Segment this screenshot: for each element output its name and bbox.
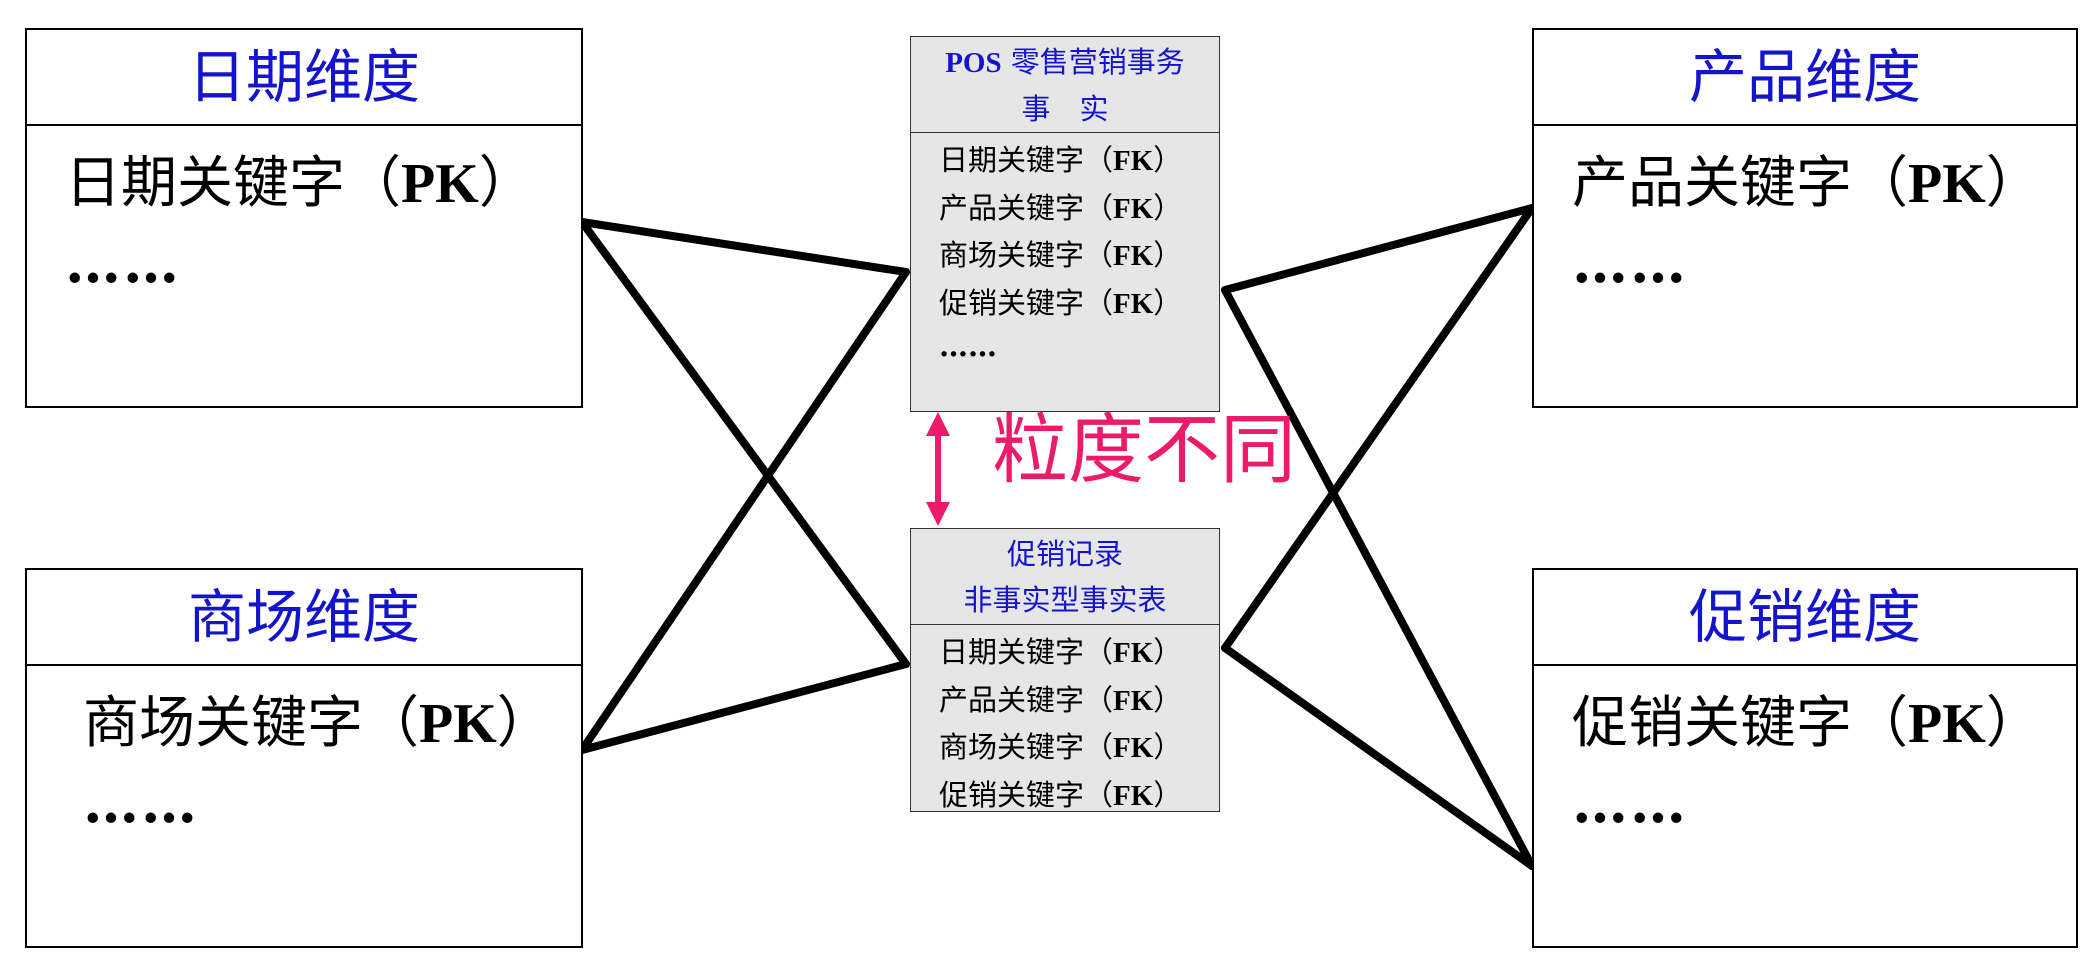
promotion-factless-fact-table: 促销记录 非事实型事实表 日期关键字（FK） 产品关键字（FK） 商场关键字（F… [910, 528, 1220, 812]
granularity-label: 粒度不同 [992, 405, 1296, 494]
date-primary-key: 日期关键字（PK） [65, 151, 535, 216]
promo-fk-product: 产品关键字（FK） [939, 682, 1183, 717]
pos-fact-table: POS 零售营销事务 事 实 日期关键字（FK） 产品关键字（FK） 商场关键字… [910, 36, 1220, 412]
link-date-to-promo [578, 218, 910, 668]
link-promotion-to-promo [1221, 644, 1536, 870]
link-date-to-pos [578, 218, 910, 276]
product-more-fields: …… [1572, 230, 1688, 296]
promotion-dimension-title: 促销维度 [1534, 570, 2076, 666]
pos-fact-title: POS 零售营销事务 事 实 [911, 37, 1219, 133]
promo-fk-promotion: 促销关键字（FK） [939, 777, 1183, 812]
store-more-fields: …… [83, 770, 199, 836]
promo-fk-store: 商场关键字（FK） [939, 730, 1183, 764]
product-dimension-table: 产品维度 产品关键字（PK） …… [1532, 28, 2078, 408]
date-dimension-table: 日期维度 日期关键字（PK） …… [25, 28, 583, 408]
product-primary-key: 产品关键字（PK） [1572, 151, 2042, 216]
pos-more-fields: …… [939, 329, 997, 363]
pos-fk-promotion: 促销关键字（FK） [939, 285, 1183, 320]
date-more-fields: …… [65, 230, 181, 296]
promotion-more-fields: …… [1572, 770, 1688, 836]
pos-fk-product: 产品关键字（FK） [939, 190, 1183, 225]
store-dimension-table: 商场维度 商场关键字（PK） …… [25, 568, 583, 948]
promotion-primary-key: 促销关键字（PK） [1572, 691, 2042, 756]
granularity-arrow [926, 412, 950, 526]
store-dimension-title: 商场维度 [27, 570, 581, 666]
store-primary-key: 商场关键字（PK） [83, 691, 553, 756]
pos-fk-store: 商场关键字（FK） [939, 238, 1183, 272]
promotion-fact-title: 促销记录 非事实型事实表 [911, 529, 1219, 625]
pos-fk-date: 日期关键字（FK） [939, 143, 1183, 177]
promo-fk-date: 日期关键字（FK） [939, 635, 1183, 669]
date-dimension-title: 日期维度 [27, 30, 581, 126]
promotion-dimension-table: 促销维度 促销关键字（PK） …… [1532, 568, 2078, 948]
product-dimension-title: 产品维度 [1534, 30, 2076, 126]
